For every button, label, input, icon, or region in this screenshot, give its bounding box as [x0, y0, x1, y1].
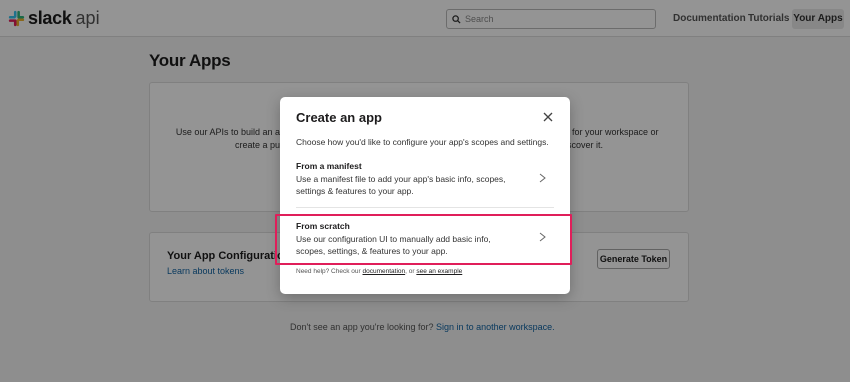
option-title: From a manifest — [296, 161, 362, 171]
close-icon[interactable] — [542, 111, 554, 123]
option-description: Use a manifest file to add your app's ba… — [296, 174, 506, 196]
option-from-manifest[interactable]: From a manifest Use a manifest file to a… — [296, 161, 554, 197]
documentation-link[interactable]: documentation — [363, 268, 406, 275]
from-scratch-highlight-box — [275, 214, 572, 265]
help-mid: , or — [405, 268, 415, 275]
see-example-link[interactable]: see an example — [416, 268, 462, 275]
help-text: Need help? Check our documentation, or s… — [296, 268, 462, 275]
chevron-right-icon — [539, 173, 546, 183]
modal-title: Create an app — [296, 110, 382, 125]
help-prefix: Need help? Check our — [296, 268, 361, 275]
modal-subtitle: Choose how you'd like to configure your … — [296, 137, 549, 147]
divider — [296, 207, 554, 208]
